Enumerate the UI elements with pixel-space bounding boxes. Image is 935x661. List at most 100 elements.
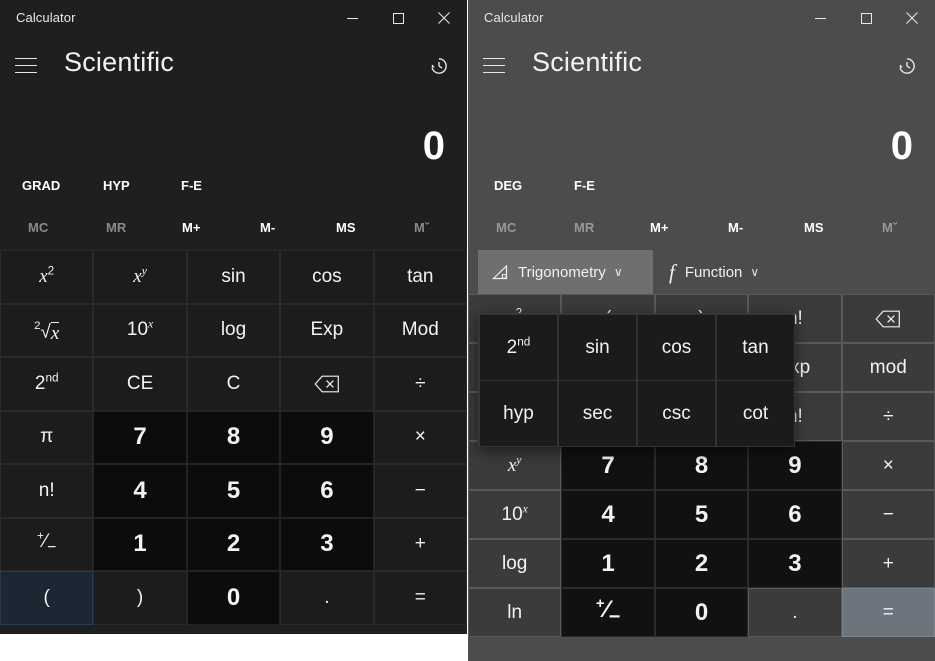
right-key-key[interactable]: ÷ [841,392,935,441]
left-key-backspace[interactable] [280,357,374,411]
left-key-0[interactable]: 0 [186,571,281,625]
key-label: xy [507,453,522,476]
left-key-key[interactable]: ( [0,571,94,625]
right-memory-button-ms[interactable]: MS [800,216,828,239]
left-key-3[interactable]: 3 [280,517,374,571]
flyout-key-sec[interactable]: sec [558,380,637,447]
left-key-x[interactable]: xy [93,250,187,304]
right-key-key[interactable]: × [841,441,935,490]
hamburger-icon[interactable] [480,52,508,78]
trigonometry-dropdown-button[interactable]: Trigonometry ∨ [478,250,653,294]
left-key-7[interactable]: 7 [93,410,187,464]
flyout-key-csc[interactable]: csc [637,380,716,447]
left-key-2nd[interactable]: 2nd [0,357,94,411]
right-key-4[interactable]: 4 [561,490,655,539]
history-button-left[interactable] [425,52,453,80]
maximize-button-right[interactable] [843,0,889,36]
right-key-7[interactable]: 7 [561,441,655,490]
flyout-key-cos[interactable]: cos [637,314,716,381]
chevron-down-icon: ∨ [750,265,760,279]
hamburger-icon[interactable] [12,52,40,78]
left-mode-button-grad[interactable]: GRAD [16,174,66,197]
left-key-tan[interactable]: tan [373,250,467,304]
left-key-key[interactable]: − [373,464,467,518]
right-key-5[interactable]: 5 [654,490,749,539]
left-key-x[interactable]: 2 √ x [0,303,94,357]
function-dropdown-button[interactable]: f Function ∨ [653,250,813,294]
left-key-cos[interactable]: cos [280,250,374,304]
left-key-ce[interactable]: CE [93,357,187,411]
right-key-key[interactable]: + [841,539,935,588]
left-key-9[interactable]: 9 [280,410,374,464]
right-key-1[interactable]: 1 [561,539,655,588]
flyout-key-tan[interactable]: tan [716,314,795,381]
right-key-6[interactable]: 6 [748,490,842,539]
key-label: × [882,454,894,476]
flyout-key-2nd[interactable]: 2nd [479,314,558,381]
left-key-5[interactable]: 5 [186,464,281,518]
left-key-1[interactable]: 1 [93,517,187,571]
left-key-x[interactable]: x2 [0,250,94,304]
key-label: + [414,533,426,555]
left-key-8[interactable]: 8 [186,410,281,464]
left-memory-button-ms[interactable]: MS [332,216,360,239]
right-key-log[interactable]: log [468,539,562,588]
left-key-key[interactable]: × [373,410,467,464]
left-key-10[interactable]: 10x [93,303,187,357]
left-key-c[interactable]: C [186,357,281,411]
history-button-right[interactable] [893,52,921,80]
right-key-key[interactable]: +⁄− [561,588,655,637]
right-key-key[interactable]: − [841,490,935,539]
left-key-n[interactable]: n! [0,464,94,518]
right-key-backspace[interactable] [841,294,935,343]
left-key-key[interactable]: ÷ [373,357,467,411]
left-key-mod[interactable]: Mod [373,303,467,357]
flyout-key-cot[interactable]: cot [716,380,795,447]
right-key-8[interactable]: 8 [654,441,749,490]
left-key-key[interactable]: +⁄− [0,517,94,571]
right-key-key[interactable]: . [748,588,842,637]
right-memory-button-m+[interactable]: M+ [646,216,672,239]
right-memory-button-mc: MC [496,220,517,235]
flyout-key-hyp[interactable]: hyp [479,380,558,447]
left-key-2[interactable]: 2 [186,517,281,571]
left-memory-button-m+[interactable]: M+ [178,216,204,239]
left-key-exp[interactable]: Exp [280,303,374,357]
left-key-key[interactable]: = [373,571,467,625]
left-mode-button-hyp[interactable]: HYP [97,174,136,197]
key-label: 9 [788,451,802,479]
left-key-key[interactable]: π [0,410,94,464]
right-memory-button-m: Mˇ [882,220,898,235]
right-key-ln[interactable]: ln [468,588,562,637]
right-key-mod[interactable]: mod [841,343,935,392]
right-key-key[interactable]: = [841,588,935,637]
trigonometry-flyout: 2nd sin cos tan hyp sec csc cot [478,313,795,447]
left-key-4[interactable]: 4 [93,464,187,518]
flyout-key-sin[interactable]: sin [558,314,637,381]
right-memory-button-m-[interactable]: M- [724,216,747,239]
right-key-0[interactable]: 0 [654,588,749,637]
left-key-key[interactable]: ) [93,571,187,625]
left-key-key[interactable]: . [280,571,374,625]
key-label: 5 [694,500,709,528]
minimize-button-right[interactable] [797,0,843,36]
left-key-log[interactable]: log [186,303,281,357]
right-mode-button-deg[interactable]: DEG [488,174,528,197]
right-mode-button-fe[interactable]: F-E [568,174,601,197]
close-button-right[interactable] [889,0,935,36]
key-label: 4 [601,500,615,528]
right-key-3[interactable]: 3 [748,539,842,588]
left-memory-button-m-[interactable]: M- [256,216,279,239]
left-mode-button-fe[interactable]: F-E [175,174,208,197]
left-key-key[interactable]: + [373,517,467,571]
right-key-x[interactable]: xy [468,441,562,490]
maximize-button-left[interactable] [375,0,421,36]
right-key-2[interactable]: 2 [654,539,749,588]
key-label: 0 [226,583,241,611]
right-key-9[interactable]: 9 [748,441,842,490]
close-button-left[interactable] [421,0,467,36]
left-key-sin[interactable]: sin [186,250,281,304]
minimize-button-left[interactable] [329,0,375,36]
left-key-6[interactable]: 6 [280,464,374,518]
right-key-10[interactable]: 10x [468,490,562,539]
